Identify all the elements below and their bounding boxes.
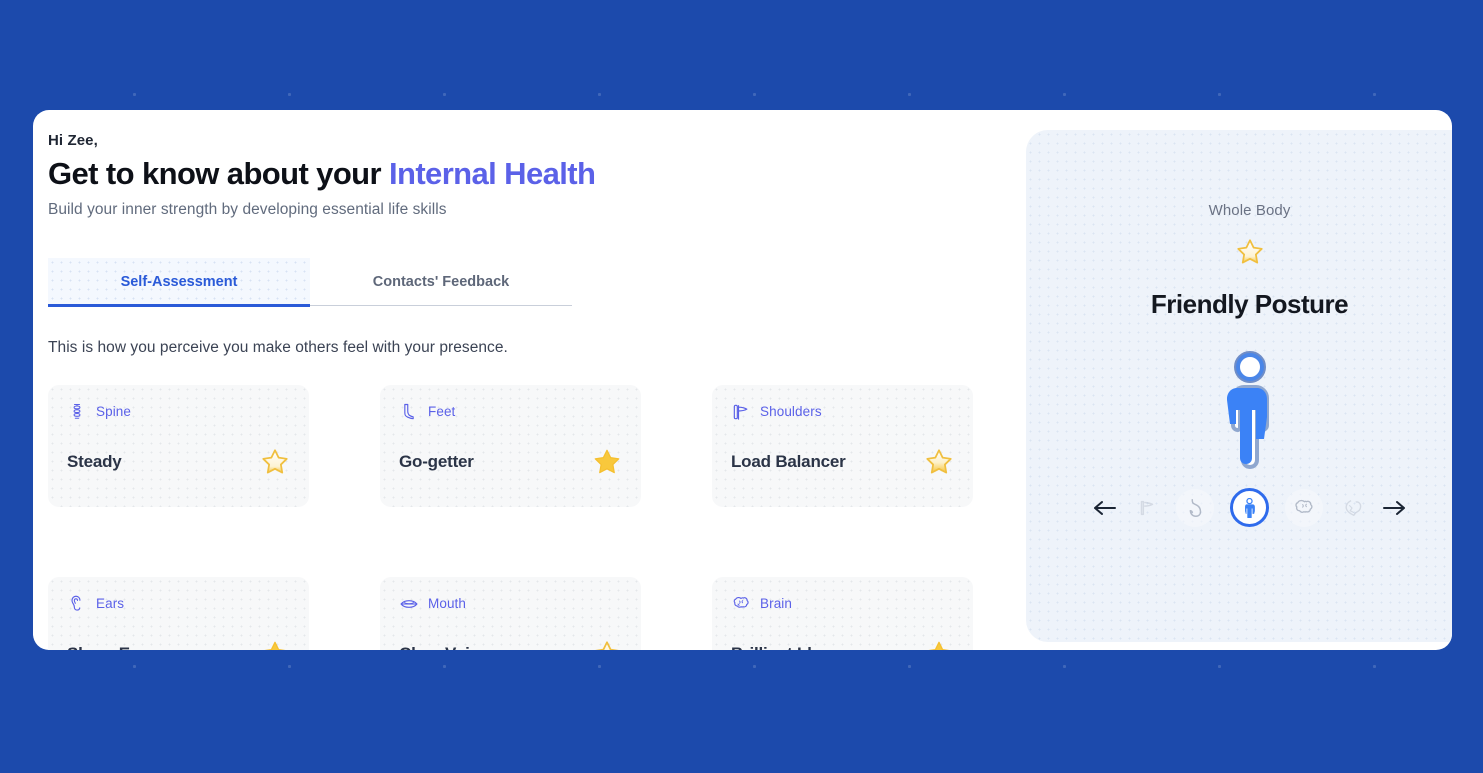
carousel-item-stomach-icon[interactable] — [1176, 488, 1214, 527]
body-part-card[interactable]: Spine Steady — [48, 384, 309, 507]
card-part-label: Spine — [96, 404, 132, 420]
card-star-icon — [592, 639, 622, 650]
tab-self-assessment[interactable]: Self-Assessment — [48, 257, 310, 307]
ear-icon — [67, 594, 87, 614]
card-star-icon — [260, 639, 290, 650]
detail-star-icon — [1235, 237, 1265, 267]
card-header: Brain — [731, 593, 954, 615]
card-header: Feet — [399, 401, 622, 423]
card-star-icon — [260, 447, 290, 477]
shoulders-icon — [731, 402, 751, 422]
card-star-icon — [592, 447, 622, 477]
card-part-label: Ears — [96, 596, 125, 612]
card-title: Go-getter — [399, 451, 474, 471]
card-header: Spine — [67, 401, 290, 423]
card-title: Load Balancer — [731, 451, 846, 471]
tab-inactive-rule — [310, 304, 572, 306]
section-description: This is how you perceive you make others… — [48, 338, 508, 356]
card-header: Ears — [67, 593, 290, 615]
card-title: Brilliant Ideas — [731, 644, 840, 650]
body-part-grid: Spine Steady Feet Go-getter Shoulders Lo… — [48, 384, 993, 650]
carousel-item-body-icon[interactable] — [1230, 488, 1269, 527]
feet-icon — [399, 402, 419, 422]
main-panel: Hi Zee, Get to know about your Internal … — [33, 110, 1452, 650]
page-title-plain: Get to know about your — [48, 156, 389, 191]
card-part-label: Brain — [760, 596, 793, 612]
detail-part-label: Whole Body — [1208, 202, 1291, 219]
card-title: Sharp Ears — [67, 644, 155, 650]
page-title: Get to know about your Internal Health — [48, 156, 993, 192]
card-title: Clear Voice — [399, 644, 488, 650]
card-body: Go-getter — [399, 447, 622, 477]
card-star-icon — [924, 639, 954, 650]
card-body: Load Balancer — [731, 447, 954, 477]
card-header: Mouth — [399, 593, 622, 615]
card-header: Shoulders — [731, 401, 954, 423]
card-body: Clear Voice — [399, 639, 622, 650]
brain-icon — [731, 594, 751, 614]
body-figure-icon — [1211, 350, 1289, 470]
carousel-item-heart-icon[interactable] — [1333, 489, 1371, 527]
body-part-card[interactable]: Ears Sharp Ears — [48, 576, 309, 650]
body-part-card[interactable]: Shoulders Load Balancer — [712, 384, 973, 507]
tab-underline — [48, 303, 572, 307]
card-star-icon — [924, 447, 954, 477]
detail-title: Friendly Posture — [1150, 289, 1349, 319]
carousel-prev-arrow-left-icon[interactable] — [1092, 495, 1118, 521]
carousel-next-arrow-right-icon[interactable] — [1381, 495, 1407, 521]
card-body: Brilliant Ideas — [731, 639, 954, 650]
carousel-item-shoulders-icon[interactable] — [1128, 489, 1166, 527]
tab-contacts-feedback[interactable]: Contacts' Feedback — [310, 258, 572, 307]
mouth-icon — [399, 594, 419, 614]
body-part-card[interactable]: Feet Go-getter — [380, 384, 641, 507]
detail-panel: Whole Body Friendly Posture — [1026, 130, 1452, 642]
carousel-item-brain-icon[interactable] — [1285, 488, 1323, 527]
card-body: Steady — [67, 447, 290, 477]
greeting-text: Hi Zee, — [48, 132, 98, 149]
spine-icon — [67, 402, 87, 422]
body-part-carousel — [1092, 488, 1407, 527]
page-subtitle: Build your inner strength by developing … — [48, 200, 447, 218]
assessment-section: Hi Zee, Get to know about your Internal … — [33, 110, 993, 650]
body-part-card[interactable]: Mouth Clear Voice — [380, 576, 641, 650]
card-part-label: Shoulders — [760, 404, 822, 420]
tab-bar: Self-Assessment Contacts' Feedback — [48, 257, 572, 307]
tab-active-indicator — [48, 303, 310, 307]
card-title: Steady — [67, 451, 122, 471]
card-part-label: Mouth — [428, 596, 467, 612]
card-body: Sharp Ears — [67, 639, 290, 650]
card-part-label: Feet — [428, 404, 456, 420]
body-part-card[interactable]: Brain Brilliant Ideas — [712, 576, 973, 650]
page-title-accent: Internal Health — [388, 156, 596, 191]
